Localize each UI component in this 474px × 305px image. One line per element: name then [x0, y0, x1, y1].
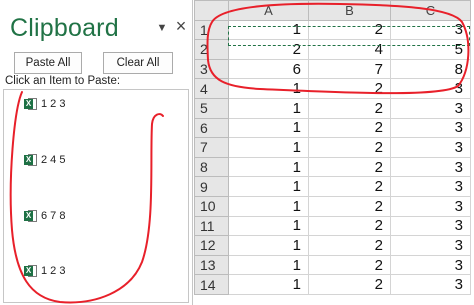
- grid-row: 14 1 2 3: [194, 274, 471, 295]
- paste-all-button[interactable]: Paste All: [14, 52, 82, 74]
- cell-c[interactable]: 3: [390, 195, 471, 217]
- excel-icon: X: [24, 153, 37, 167]
- grid-row: 8123: [194, 156, 471, 178]
- row-header[interactable]: 1: [194, 19, 229, 41]
- row-header[interactable]: 14: [194, 274, 229, 295]
- clipboard-items-list: X 1 2 3 X 2 4 5 X 6 7 8 X 1 2 3: [3, 89, 189, 303]
- grid-row: 11 1 2 3: [194, 215, 471, 237]
- excel-icon: X: [24, 97, 37, 111]
- grid-row: 6123: [194, 117, 471, 139]
- cell-b[interactable]: 2: [308, 195, 391, 217]
- cell-c[interactable]: 3: [390, 215, 471, 237]
- clipboard-pane: Clipboard ▼ × Paste All Clear All Click …: [0, 0, 193, 305]
- instruction-label: Click an Item to Paste:: [5, 75, 121, 87]
- row-header[interactable]: 2: [194, 39, 229, 60]
- cell-c[interactable]: 3: [390, 235, 471, 256]
- grid-row: 7123: [194, 137, 471, 158]
- clipboard-item[interactable]: X 6 7 8: [24, 208, 65, 224]
- cell-c[interactable]: 3: [390, 78, 471, 99]
- cell-a[interactable]: 1: [228, 176, 309, 197]
- cell-a[interactable]: 1: [228, 78, 309, 99]
- grid-row: 3678: [194, 58, 471, 80]
- cell-c[interactable]: 8: [390, 58, 471, 80]
- worksheet-grid: A B C 1123224536784123512361237123812391…: [194, 0, 474, 305]
- cell-a[interactable]: 1: [228, 195, 309, 217]
- row-header[interactable]: 8: [194, 156, 229, 178]
- grid-row: 9123: [194, 176, 471, 197]
- cell-b[interactable]: 2: [308, 254, 391, 276]
- cell-c[interactable]: 3: [390, 254, 471, 276]
- cell-a[interactable]: 2: [228, 39, 309, 60]
- pane-options-icon[interactable]: ▼: [156, 22, 168, 36]
- cell-c[interactable]: 3: [390, 176, 471, 197]
- row-header[interactable]: 12: [194, 235, 229, 256]
- clipboard-item[interactable]: X 1 2 3: [24, 263, 65, 279]
- cell-c[interactable]: 5: [390, 39, 471, 60]
- cell-b[interactable]: 2: [308, 235, 391, 256]
- cell-b[interactable]: 2: [308, 176, 391, 197]
- cell-c[interactable]: 3: [390, 274, 471, 295]
- close-icon[interactable]: ×: [174, 17, 188, 35]
- cell-b[interactable]: 2: [308, 97, 391, 119]
- cell-b[interactable]: 2: [308, 137, 391, 158]
- cell-a[interactable]: 1: [228, 156, 309, 178]
- row-header[interactable]: 7: [194, 137, 229, 158]
- row-header[interactable]: 4: [194, 78, 229, 99]
- cell-c[interactable]: 3: [390, 137, 471, 158]
- cell-b[interactable]: 2: [308, 19, 391, 41]
- row-header[interactable]: 6: [194, 117, 229, 139]
- cell-a[interactable]: 1: [228, 254, 309, 276]
- clipboard-item-text: 2 4 5: [41, 154, 66, 166]
- worksheet-table: A B C 1123224536784123512361237123812391…: [194, 0, 471, 295]
- grid-row: 5123: [194, 97, 471, 119]
- cell-a[interactable]: 1: [228, 274, 309, 295]
- clipboard-item-text: 6 7 8: [41, 210, 66, 222]
- clipboard-title: Clipboard: [10, 14, 119, 42]
- row-header[interactable]: 3: [194, 58, 229, 80]
- row-header[interactable]: 10: [194, 195, 229, 217]
- cell-b[interactable]: 2: [308, 274, 391, 295]
- cell-a[interactable]: 1: [228, 19, 309, 41]
- cell-a[interactable]: 1: [228, 137, 309, 158]
- cell-b[interactable]: 2: [308, 78, 391, 99]
- row-header[interactable]: 5: [194, 97, 229, 119]
- cell-a[interactable]: 1: [228, 97, 309, 119]
- row-header[interactable]: 13: [194, 254, 229, 276]
- cell-a[interactable]: 1: [228, 235, 309, 256]
- cell-a[interactable]: 1: [228, 215, 309, 237]
- grid-row: 4123: [194, 78, 471, 99]
- cell-b[interactable]: 2: [308, 117, 391, 139]
- clipboard-item-text: 1 2 3: [41, 265, 66, 277]
- select-all-corner[interactable]: [194, 0, 229, 21]
- cell-c[interactable]: 3: [390, 97, 471, 119]
- row-header[interactable]: 11: [194, 215, 229, 237]
- grid-row: 1123: [194, 19, 471, 41]
- clipboard-item[interactable]: X 2 4 5: [24, 152, 65, 168]
- cell-c[interactable]: 3: [390, 19, 471, 41]
- grid-row: 2245: [194, 39, 471, 60]
- cell-b[interactable]: 2: [308, 215, 391, 237]
- cell-b[interactable]: 7: [308, 58, 391, 80]
- cell-c[interactable]: 3: [390, 117, 471, 139]
- clipboard-item-text: 1 2 3: [41, 98, 66, 110]
- cell-a[interactable]: 1: [228, 117, 309, 139]
- column-header-a[interactable]: A: [228, 0, 309, 21]
- excel-icon: X: [24, 264, 37, 278]
- excel-icon: X: [24, 209, 37, 223]
- cell-b[interactable]: 4: [308, 39, 391, 60]
- cell-b[interactable]: 2: [308, 156, 391, 178]
- grid-row: 12 1 2 3: [194, 235, 471, 256]
- column-header-b[interactable]: B: [308, 0, 391, 21]
- cell-a[interactable]: 6: [228, 58, 309, 80]
- grid-row: 13 1 2 3: [194, 254, 471, 276]
- cell-c[interactable]: 3: [390, 156, 471, 178]
- row-header[interactable]: 9: [194, 176, 229, 197]
- grid-row: 10 1 2 3: [194, 195, 471, 217]
- clear-all-button[interactable]: Clear All: [103, 52, 173, 74]
- clipboard-item[interactable]: X 1 2 3: [24, 96, 65, 112]
- column-header-c[interactable]: C: [390, 0, 471, 21]
